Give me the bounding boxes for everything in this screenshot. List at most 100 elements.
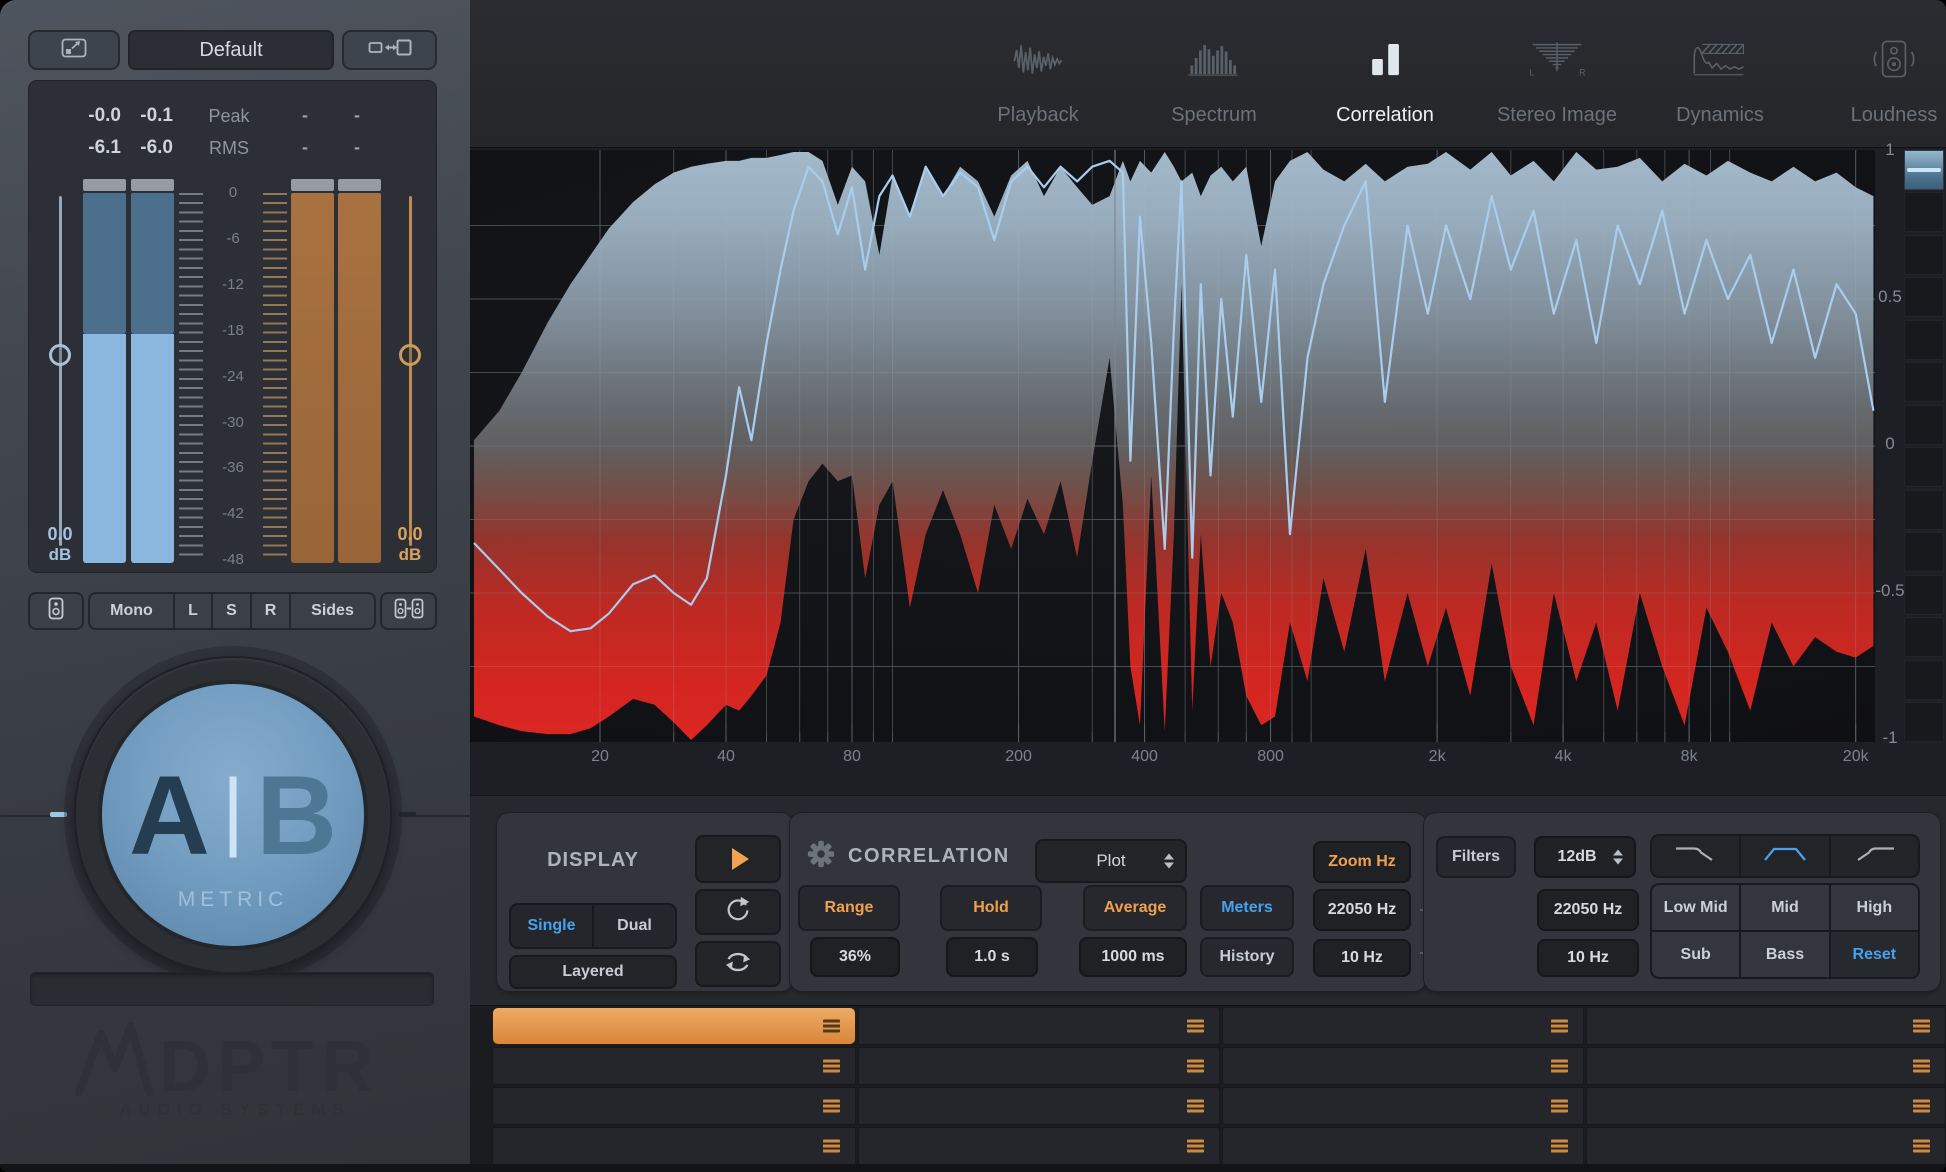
restart-button[interactable] — [695, 889, 781, 935]
monitor-solo[interactable]: S — [213, 594, 252, 628]
snapshot-menu-icon[interactable] — [1913, 1020, 1930, 1033]
zoom-high-value[interactable]: 22050 Hz — [1313, 889, 1411, 931]
speaker-a-button[interactable] — [28, 592, 84, 630]
snapshot-cell[interactable] — [492, 1007, 856, 1045]
snapshot-cell[interactable] — [858, 1087, 1220, 1125]
preset-selector[interactable]: Default — [128, 30, 334, 70]
lowpass-filter-button[interactable] — [1652, 836, 1741, 876]
tab-spectrum[interactable]: Spectrum — [1129, 20, 1299, 140]
band-reset-button[interactable]: Reset — [1831, 932, 1918, 977]
scale-label: -18 — [205, 322, 261, 339]
tab-correlation[interactable]: Correlation — [1300, 20, 1470, 140]
window-bottom-edge — [0, 1164, 1946, 1172]
snapshot-cell[interactable] — [1586, 1007, 1946, 1045]
snapshot-cell[interactable] — [1586, 1047, 1946, 1085]
correlation-meter-segment — [1904, 617, 1944, 657]
monitor-mono[interactable]: Mono — [90, 594, 175, 628]
zoom-hz-button[interactable]: Zoom Hz — [1313, 841, 1411, 883]
filter-low-value[interactable]: 10 Hz — [1537, 939, 1639, 977]
mode-single[interactable]: Single — [511, 905, 594, 947]
ab-knob[interactable]: A | B METRIC — [74, 656, 392, 974]
collapse-button[interactable] — [28, 30, 120, 70]
ab-layout-button[interactable] — [342, 30, 437, 70]
highpass-filter-button[interactable] — [1831, 836, 1918, 876]
snapshot-menu-icon[interactable] — [823, 1060, 840, 1073]
band-lowmid[interactable]: Low Mid — [1652, 885, 1739, 930]
snapshot-menu-icon[interactable] — [1551, 1020, 1568, 1033]
display-title: DISPLAY — [497, 849, 689, 872]
loudness-icon — [1809, 26, 1946, 92]
mode-dual[interactable]: Dual — [594, 905, 675, 947]
snapshot-menu-icon[interactable] — [1913, 1140, 1930, 1153]
snapshot-cell[interactable] — [1222, 1047, 1584, 1085]
filters-button[interactable]: Filters — [1436, 836, 1516, 878]
band-mid[interactable]: Mid — [1741, 885, 1828, 930]
bandpass-filter-button[interactable] — [1741, 836, 1830, 876]
tab-stereo-image[interactable]: L R Stereo Image — [1472, 20, 1642, 140]
band-bass[interactable]: Bass — [1741, 932, 1828, 977]
gain-slider-a[interactable] — [49, 344, 71, 366]
snapshot-cell[interactable] — [1222, 1127, 1584, 1165]
tab-playback[interactable]: Playback — [953, 20, 1123, 140]
hold-value[interactable]: 1.0 s — [946, 937, 1038, 977]
snapshot-menu-icon[interactable] — [1551, 1100, 1568, 1113]
snapshot-menu-icon[interactable] — [823, 1020, 840, 1033]
snapshot-cell[interactable] — [858, 1127, 1220, 1165]
loop-button[interactable] — [695, 941, 781, 987]
average-value[interactable]: 1000 ms — [1079, 937, 1187, 977]
range-button[interactable]: Range — [798, 885, 900, 931]
plot-dropdown[interactable]: Plot — [1035, 839, 1187, 883]
snapshot-menu-icon[interactable] — [823, 1100, 840, 1113]
mode-layered[interactable]: Layered — [509, 955, 677, 989]
snapshot-menu-icon[interactable] — [1551, 1060, 1568, 1073]
gain-slider-track-b — [409, 196, 412, 546]
filter-high-value[interactable]: 22050 Hz — [1537, 889, 1639, 931]
slope-value[interactable]: 12dB — [1534, 836, 1636, 878]
monitor-sides[interactable]: Sides — [291, 594, 374, 628]
play-button[interactable] — [695, 835, 781, 883]
range-value[interactable]: 36% — [810, 937, 900, 977]
preset-name: Default — [199, 39, 262, 62]
speaker-pair-button[interactable] — [380, 592, 437, 630]
band-high[interactable]: High — [1831, 885, 1918, 930]
snapshot-cell[interactable] — [858, 1007, 1220, 1045]
monitor-left[interactable]: L — [175, 594, 213, 628]
rms-value-right: -6.0 — [125, 137, 173, 159]
snapshot-cell[interactable] — [1586, 1087, 1946, 1125]
snapshot-cell[interactable] — [492, 1047, 856, 1085]
correlation-meter-segment — [1904, 660, 1944, 700]
history-view-button[interactable]: History — [1200, 937, 1294, 977]
monitor-right[interactable]: R — [252, 594, 291, 628]
snapshot-menu-icon[interactable] — [1187, 1020, 1204, 1033]
snapshot-cell[interactable] — [492, 1087, 856, 1125]
snapshot-cell[interactable] — [1586, 1127, 1946, 1165]
correlation-plot[interactable] — [470, 150, 1875, 742]
correlation-meter-segment — [1904, 532, 1944, 572]
snapshot-menu-icon[interactable] — [1551, 1140, 1568, 1153]
snapshot-cell[interactable] — [492, 1127, 856, 1165]
tab-loudness[interactable]: Loudness — [1809, 20, 1946, 140]
gain-slider-b[interactable] — [399, 344, 421, 366]
meter-b-left — [291, 193, 334, 563]
snapshot-menu-icon[interactable] — [1187, 1100, 1204, 1113]
snapshot-cell[interactable] — [1222, 1007, 1584, 1045]
band-sub[interactable]: Sub — [1652, 932, 1739, 977]
correlation-meter-segment — [1904, 320, 1944, 360]
snapshot-menu-icon[interactable] — [823, 1140, 840, 1153]
ab-knob-face[interactable]: A | B METRIC — [98, 680, 368, 950]
x-tick-label: 4k — [1555, 748, 1572, 766]
snapshot-cell[interactable] — [1222, 1087, 1584, 1125]
meters-view-button[interactable]: Meters — [1200, 885, 1294, 931]
tab-dynamics[interactable]: Dynamics — [1635, 20, 1805, 140]
correlation-gear-icon — [806, 839, 836, 874]
peak-value-left: -0.0 — [69, 105, 121, 127]
snapshot-cell[interactable] — [858, 1047, 1220, 1085]
average-button[interactable]: Average — [1083, 885, 1187, 931]
snapshot-menu-icon[interactable] — [1913, 1100, 1930, 1113]
snapshot-menu-icon[interactable] — [1187, 1060, 1204, 1073]
correlation-meter-segment — [1904, 490, 1944, 530]
snapshot-menu-icon[interactable] — [1913, 1060, 1930, 1073]
hold-button[interactable]: Hold — [940, 885, 1042, 931]
zoom-low-value[interactable]: 10 Hz — [1313, 939, 1411, 977]
snapshot-menu-icon[interactable] — [1187, 1140, 1204, 1153]
